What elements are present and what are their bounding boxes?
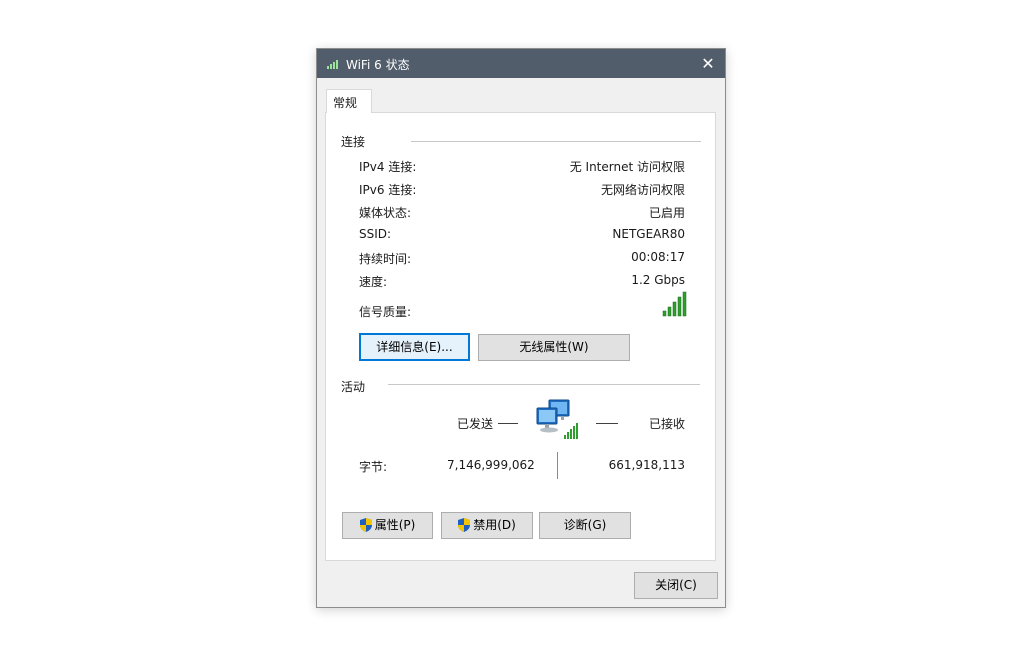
ipv6-value: 无网络访问权限 [600, 183, 685, 197]
sent-label: 已发送 [457, 417, 494, 431]
title-bar: WiFi 6 状态 ✕ [317, 49, 725, 78]
status-dialog: WiFi 6 状态 ✕ 常规 连接 IPv4 连接: 无 Internet 访问… [316, 48, 726, 608]
tab-general[interactable]: 常规 [326, 89, 372, 113]
bytes-sent-value: 7,146,999,062 [447, 458, 535, 472]
bytes-label: 字节: [359, 460, 388, 474]
ssid-label: SSID: [359, 227, 392, 241]
bytes-separator [557, 452, 558, 479]
speed-value: 1.2 Gbps [631, 273, 685, 287]
activity-divider [388, 384, 700, 385]
activity-group-label: 活动 [341, 380, 366, 394]
shield-icon [458, 518, 471, 532]
speed-label: 速度: [359, 275, 388, 289]
duration-label: 持续时间: [359, 252, 412, 266]
shield-icon [359, 518, 372, 532]
disable-button[interactable]: 禁用(D) [441, 512, 533, 539]
ipv4-value: 无 Internet 访问权限 [569, 160, 685, 174]
wireless-properties-button[interactable]: 无线属性(W) [478, 334, 630, 361]
ssid-value: NETGEAR80 [612, 227, 685, 241]
ipv6-label: IPv6 连接: [359, 183, 417, 197]
signal-quality-label: 信号质量: [359, 305, 412, 319]
bytes-received-value: 661,918,113 [608, 458, 685, 472]
close-icon[interactable]: ✕ [691, 49, 725, 78]
properties-button[interactable]: 属性(P) [342, 512, 433, 539]
connection-group-label: 连接 [341, 135, 366, 149]
network-computers-icon [536, 399, 578, 439]
media-state-value: 已启用 [648, 206, 685, 220]
received-label: 已接收 [648, 417, 685, 431]
window-title: WiFi 6 状态 [346, 58, 410, 72]
media-state-label: 媒体状态: [359, 206, 412, 220]
properties-button-label: 属性(P) [374, 518, 416, 532]
connection-divider [411, 141, 701, 142]
tab-general-label: 常规 [333, 96, 358, 110]
general-panel: 连接 IPv4 连接: 无 Internet 访问权限 IPv6 连接: 无网络… [325, 112, 716, 561]
close-button[interactable]: 关闭(C) [634, 572, 718, 599]
duration-value: 00:08:17 [631, 250, 685, 264]
signal-bars-icon [662, 291, 687, 317]
sent-dash [498, 423, 518, 424]
received-dash [596, 423, 618, 424]
signal-icon [327, 60, 338, 69]
details-button[interactable]: 详细信息(E)... [359, 333, 470, 361]
ipv4-label: IPv4 连接: [359, 160, 417, 174]
diagnose-button[interactable]: 诊断(G) [539, 512, 631, 539]
disable-button-label: 禁用(D) [473, 518, 516, 532]
